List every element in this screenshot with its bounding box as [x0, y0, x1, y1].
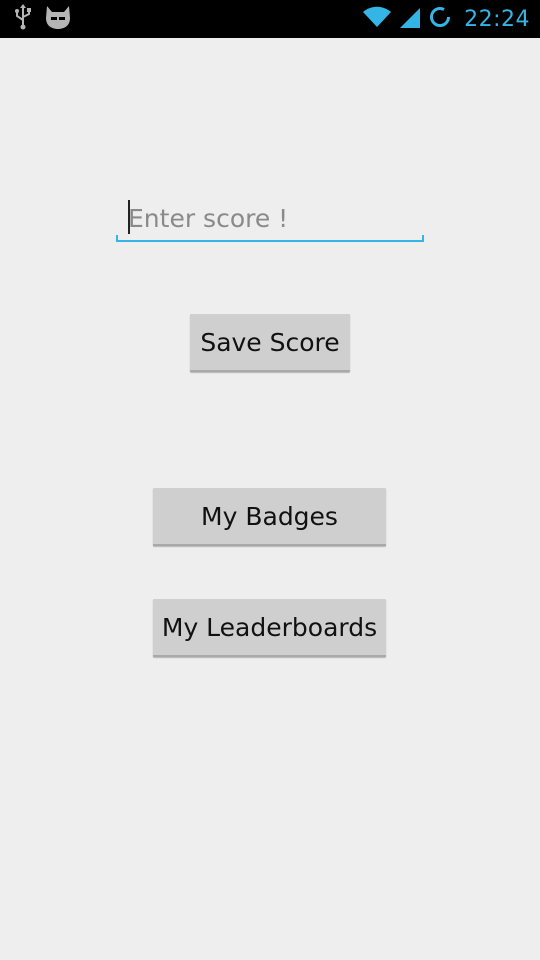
my-leaderboards-button[interactable]: My Leaderboards [153, 599, 386, 657]
status-notifications [14, 4, 72, 34]
save-score-button[interactable]: Save Score [190, 314, 350, 372]
wifi-icon [362, 5, 392, 33]
text-cursor [128, 200, 130, 234]
score-input[interactable] [128, 198, 418, 238]
input-underline [116, 235, 424, 242]
status-system: 22:24 [362, 4, 530, 34]
my-badges-button[interactable]: My Badges [153, 488, 386, 546]
status-bar: 22:24 [0, 0, 540, 38]
main-content: Save Score My Badges My Leaderboards [0, 38, 540, 960]
cyanogenmod-icon [44, 4, 72, 34]
signal-icon [398, 5, 422, 33]
score-field[interactable] [116, 194, 424, 242]
usb-icon [14, 4, 32, 34]
clock: 22:24 [464, 6, 530, 32]
sync-icon [428, 5, 452, 33]
